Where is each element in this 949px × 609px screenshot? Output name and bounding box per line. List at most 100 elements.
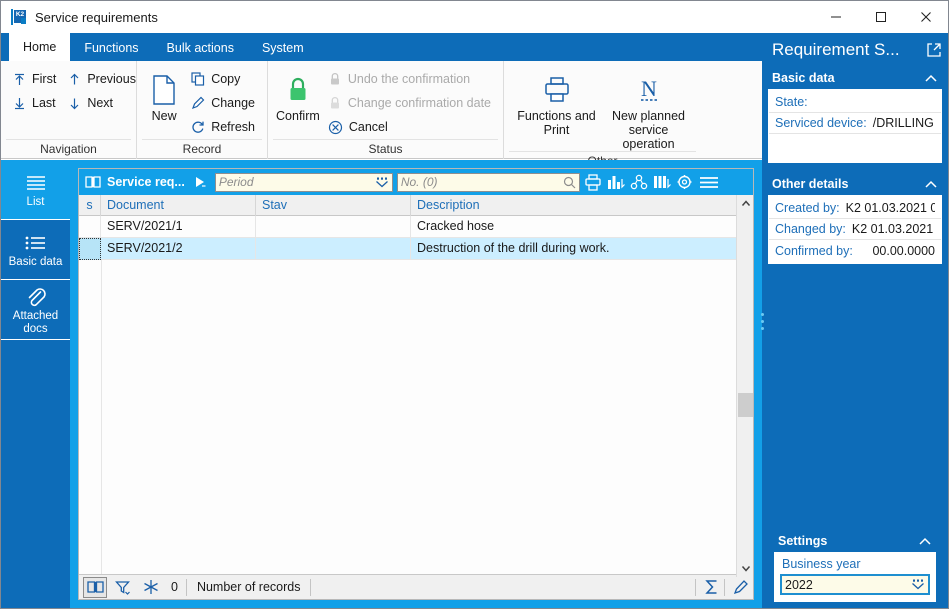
tab-bulk-actions[interactable]: Bulk actions (153, 35, 248, 61)
panel-splitter-handle[interactable] (760, 301, 765, 341)
book-icon (85, 175, 101, 189)
section-basic-data-header[interactable]: Basic data (768, 67, 942, 89)
status-filter-button[interactable] (111, 577, 135, 598)
snowflake-icon (143, 579, 159, 595)
status-edit-button[interactable] (729, 577, 753, 598)
chevron-up-icon[interactable] (924, 180, 938, 189)
grid-column-divider (101, 260, 102, 574)
search-input[interactable]: No. (0) (396, 172, 580, 192)
search-placeholder: No. (0) (400, 175, 438, 189)
nav-next-label: Next (87, 96, 114, 110)
status-refresh-snowflake-button[interactable] (139, 577, 163, 598)
new-planned-service-operation-button[interactable]: N New planned service operation (605, 67, 693, 151)
close-button[interactable] (903, 1, 948, 32)
tab-functions[interactable]: Functions (70, 35, 152, 61)
section-other-details: Other details Created by: K2 01.03.2021 … (768, 173, 942, 264)
cell-description: Cracked hose (417, 218, 495, 233)
chevron-up-icon[interactable] (918, 537, 932, 546)
grid-status-bar: 0 Number of records (79, 574, 753, 599)
section-other-details-title: Other details (772, 177, 849, 191)
external-link-icon[interactable] (926, 42, 942, 58)
field-changed-by-label: Changed by: (775, 222, 846, 236)
bulleted-list-icon (24, 230, 48, 256)
cancel-button[interactable]: Cancel (322, 115, 497, 139)
nav-first-button[interactable]: First (7, 67, 62, 91)
printer-icon[interactable] (584, 173, 602, 191)
tab-home[interactable]: Home (9, 33, 71, 61)
business-year-input[interactable]: 2022 (780, 574, 930, 595)
scrollbar-thumb[interactable] (738, 393, 753, 417)
application-window: K2 Service requirements Home Functions B… (0, 0, 949, 609)
status-separator (310, 578, 312, 596)
column-header-stav[interactable]: Stav (256, 194, 411, 216)
sidebar-item-attached-docs[interactable]: Attached docs (1, 280, 70, 340)
gear-icon[interactable] (676, 174, 694, 191)
new-planned-service-operation-label: New planned service operation (612, 109, 685, 151)
change-confirmation-date-button[interactable]: Change confirmation date (322, 91, 497, 115)
grid-vertical-scrollbar[interactable] (736, 195, 753, 577)
sidebar-item-basic-data[interactable]: Basic data (1, 220, 70, 280)
business-year-label: Business year (782, 557, 861, 571)
status-records-label: Number of records (196, 580, 301, 594)
minimize-button[interactable] (813, 1, 858, 32)
column-header-description[interactable]: Description (411, 195, 753, 216)
sigma-icon (704, 579, 720, 595)
change-button[interactable]: Change (185, 91, 261, 115)
chevron-up-icon[interactable] (924, 74, 938, 83)
ribbon-group-navigation: First Last Previous Next Navigation (1, 61, 137, 159)
sidebar-item-list-label: List (26, 196, 45, 208)
section-other-details-header[interactable]: Other details (768, 173, 942, 195)
table-row[interactable]: SERV/2021/1 Cracked hose (79, 216, 753, 238)
refresh-button[interactable]: Refresh (185, 115, 261, 139)
title-bar: K2 Service requirements (1, 1, 948, 33)
nav-next-button[interactable]: Next (62, 91, 142, 115)
sidebar-item-list[interactable]: List (1, 160, 70, 220)
status-separator (695, 578, 696, 596)
field-serviced-device-value: /DRILLING ... (872, 116, 935, 130)
pivot-icon[interactable] (630, 174, 648, 191)
confirm-button[interactable]: Confirm (274, 67, 322, 123)
grid-toolbar: Service req... Period No. (0) (79, 169, 753, 195)
nav-previous-button[interactable]: Previous (62, 67, 142, 91)
magnifier-icon[interactable] (563, 176, 576, 189)
maximize-button[interactable] (858, 1, 903, 32)
nav-previous-label: Previous (87, 72, 136, 86)
status-sum-button[interactable] (700, 577, 724, 598)
period-filter-input[interactable]: Period (214, 172, 393, 192)
crown-dropdown-icon[interactable] (375, 176, 389, 189)
arrow-down-to-line-icon (13, 97, 26, 110)
printer-icon (542, 71, 572, 109)
list-lines-icon (24, 170, 48, 196)
app-logo-icon: K2 (11, 9, 27, 25)
grid-expand-button[interactable] (189, 175, 211, 189)
column-header-document[interactable]: Document (101, 194, 256, 216)
column-header-s[interactable]: s (79, 194, 101, 216)
status-book-button[interactable] (83, 576, 107, 598)
grid-title-label: Service req... (107, 175, 185, 189)
undo-confirmation-button[interactable]: Undo the confirmation (322, 67, 497, 91)
period-filter-placeholder: Period (218, 175, 254, 189)
bar-chart-icon[interactable] (607, 174, 625, 191)
functions-and-print-button[interactable]: Functions and Print (513, 67, 601, 137)
section-settings-header[interactable]: Settings (774, 530, 936, 552)
arrow-up-to-line-icon (13, 73, 26, 86)
table-row[interactable]: SERV/2021/2 Destruction of the drill dur… (79, 237, 753, 260)
scroll-up-button[interactable] (737, 195, 754, 212)
crown-dropdown-icon[interactable] (911, 578, 925, 591)
new-record-button[interactable]: New (143, 67, 185, 123)
cancel-label: Cancel (348, 120, 388, 134)
cell-stav (256, 237, 411, 260)
scroll-down-button[interactable] (737, 560, 754, 577)
green-lock-icon (285, 71, 311, 109)
functions-and-print-label: Functions and Print (517, 109, 596, 137)
tab-system[interactable]: System (248, 35, 318, 61)
hamburger-menu-icon[interactable] (699, 174, 719, 191)
nav-last-button[interactable]: Last (7, 91, 62, 115)
nav-first-label: First (32, 72, 57, 86)
field-state-label: State: (775, 95, 808, 109)
left-sidebar: List Basic data Attached docs (1, 160, 70, 608)
columns-icon[interactable] (653, 174, 671, 191)
row-selector-cell[interactable] (79, 216, 101, 238)
copy-button[interactable]: Copy (185, 67, 261, 91)
row-selector-cell[interactable] (79, 237, 101, 260)
